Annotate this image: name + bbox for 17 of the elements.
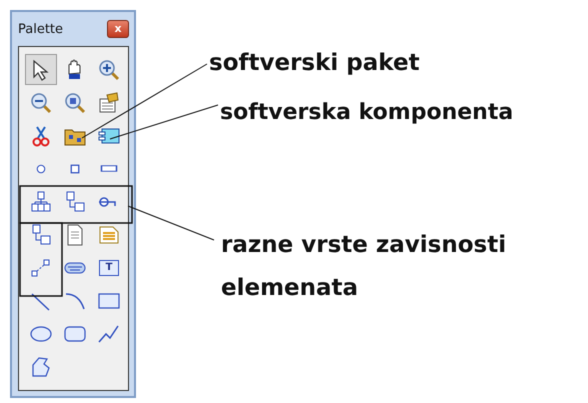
magnifier-icon [63, 90, 87, 114]
zoom-out-icon [29, 90, 53, 114]
tool-button[interactable]: T [93, 252, 125, 283]
tool-button[interactable] [25, 54, 57, 85]
circle-icon [36, 164, 46, 174]
window-title: Palette [18, 22, 64, 36]
hierarchy-icon [29, 190, 53, 214]
annotation-label: softverski paket [209, 49, 420, 78]
text-icon: T [99, 260, 119, 276]
annotation-label: razne vrste zavisnosti [221, 231, 506, 260]
annotation-label: softverska komponenta [220, 99, 514, 127]
rectangle-icon [100, 163, 118, 174]
square-icon [70, 164, 80, 174]
zoom-in-icon [97, 58, 121, 82]
close-button[interactable]: x [107, 20, 129, 38]
properties-icon [97, 90, 121, 114]
annotation-label: elemenata [221, 274, 358, 303]
